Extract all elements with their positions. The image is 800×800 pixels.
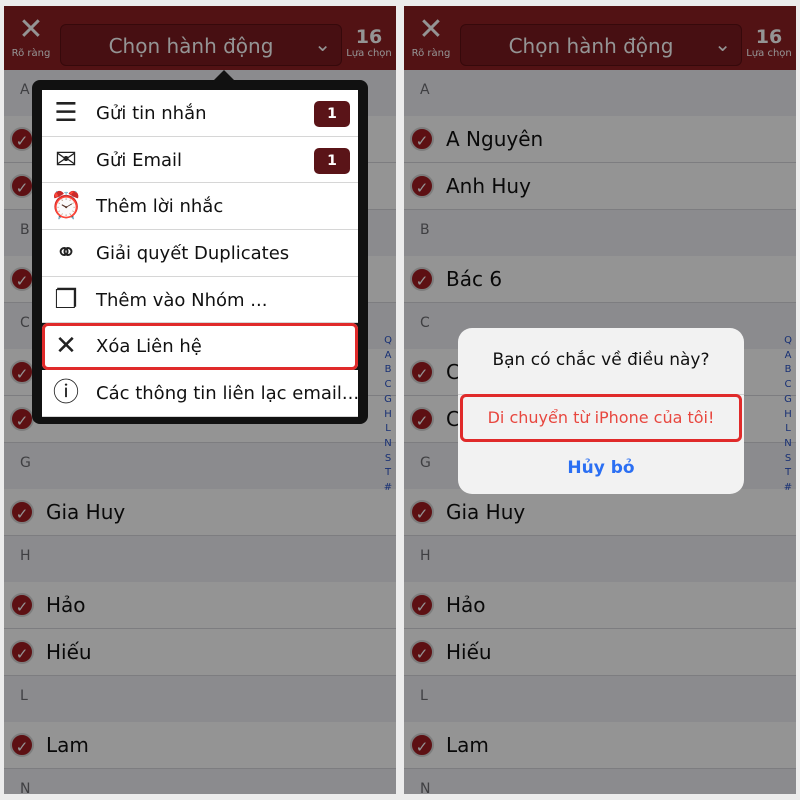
remove-from-iphone-button[interactable]: Di chuyển từ iPhone của tôi! [460, 394, 742, 442]
menu-item[interactable]: ⓘ Các thông tin liên lạc email... [42, 370, 360, 417]
menu-item-label: Xóa Liên hệ [96, 336, 202, 358]
menu-item-label: Gửi tin nhắn [96, 103, 207, 124]
menu-item-label: Thêm vào Nhóm ... [96, 289, 268, 311]
right-screen: ✕ Rõ ràng Chọn hành động ⌄ 16 Lựa chọn A… [404, 6, 796, 794]
alarm-clock-icon: ⏰ [50, 191, 83, 222]
count-badge: 1 [314, 101, 350, 127]
menu-item[interactable]: ✉ Gửi Email 1 [42, 136, 358, 184]
info-icon: ⓘ [52, 378, 79, 409]
count-badge: 1 [314, 147, 350, 174]
confirm-alert: Bạn có chắc về điều này? Di chuyển từ iP… [458, 328, 744, 494]
menu-item-label: Thêm lời nhắc [96, 196, 224, 218]
envelope-icon: ✉ [55, 144, 77, 175]
message-icon: ☰ [54, 98, 78, 128]
menu-item[interactable]: ❐ Thêm vào Nhóm ... [42, 276, 358, 324]
action-menu: ☰ Gửi tin nhắn 1 ✉ Gửi Email 1 ⏰ Thêm lời nhắc ⚭… [32, 70, 368, 424]
menu-item-label: Giải quyết Duplicates [96, 243, 290, 265]
menu-item[interactable]: ⏰ Thêm lời nhắc [42, 183, 358, 231]
menu-item-label: Các thông tin liên lạc email... [96, 383, 360, 405]
menu-arrow [212, 70, 236, 82]
menu-item-label: Gửi Email [96, 149, 183, 171]
documents-icon: ❐ [54, 284, 78, 315]
alert-question: Bạn có chắc về điều này? [492, 350, 710, 370]
cancel-button[interactable]: Hủy bỏ [458, 444, 744, 492]
menu-item[interactable]: ☰ Gửi tin nhắn 1 [42, 90, 358, 137]
delete-x-icon: ✕ [55, 331, 77, 362]
menu-item[interactable]: ✕ Xóa Liên hệ [42, 323, 358, 371]
screenshot-frame: ✕ Rõ ràng Chọn hành động ⌄ 16 Lựa chọn A… [0, 0, 800, 800]
overlap-circles-icon: ⚭ [55, 238, 77, 269]
left-screen: ✕ Rõ ràng Chọn hành động ⌄ 16 Lựa chọn A… [4, 6, 396, 794]
menu-item[interactable]: ⚭ Giải quyết Duplicates [42, 230, 358, 277]
